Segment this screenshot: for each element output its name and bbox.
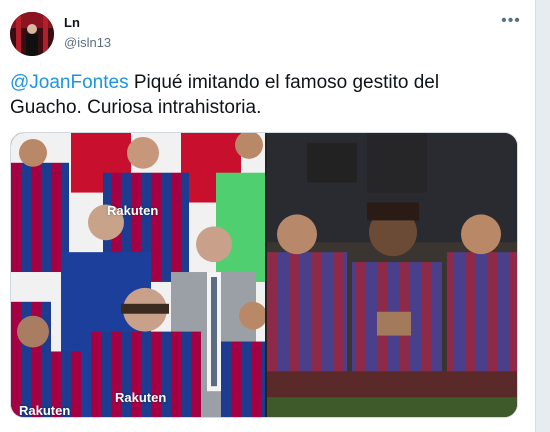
sponsor-label: Rakuten [115, 390, 167, 405]
tweet-card[interactable]: Ln @isln13 ••• @JoanFontes Piqué imitand… [0, 0, 536, 432]
sponsor-label: Rakuten [19, 403, 71, 418]
tweet-media[interactable]: Rakuten Rakuten Rakuten [10, 132, 518, 418]
more-options-icon[interactable]: ••• [500, 10, 522, 32]
avatar[interactable] [10, 12, 54, 56]
media-photo-right[interactable] [267, 133, 517, 417]
sponsor-label: Rakuten [107, 203, 159, 218]
mention-link[interactable]: @JoanFontes [10, 72, 129, 93]
tweet-text: @JoanFontes Piqué imitando el famoso ges… [10, 70, 510, 120]
media-photo-left[interactable]: Rakuten Rakuten Rakuten [11, 133, 265, 417]
author-handle[interactable]: @isln13 [64, 35, 111, 50]
author-name[interactable]: Ln [64, 15, 80, 30]
